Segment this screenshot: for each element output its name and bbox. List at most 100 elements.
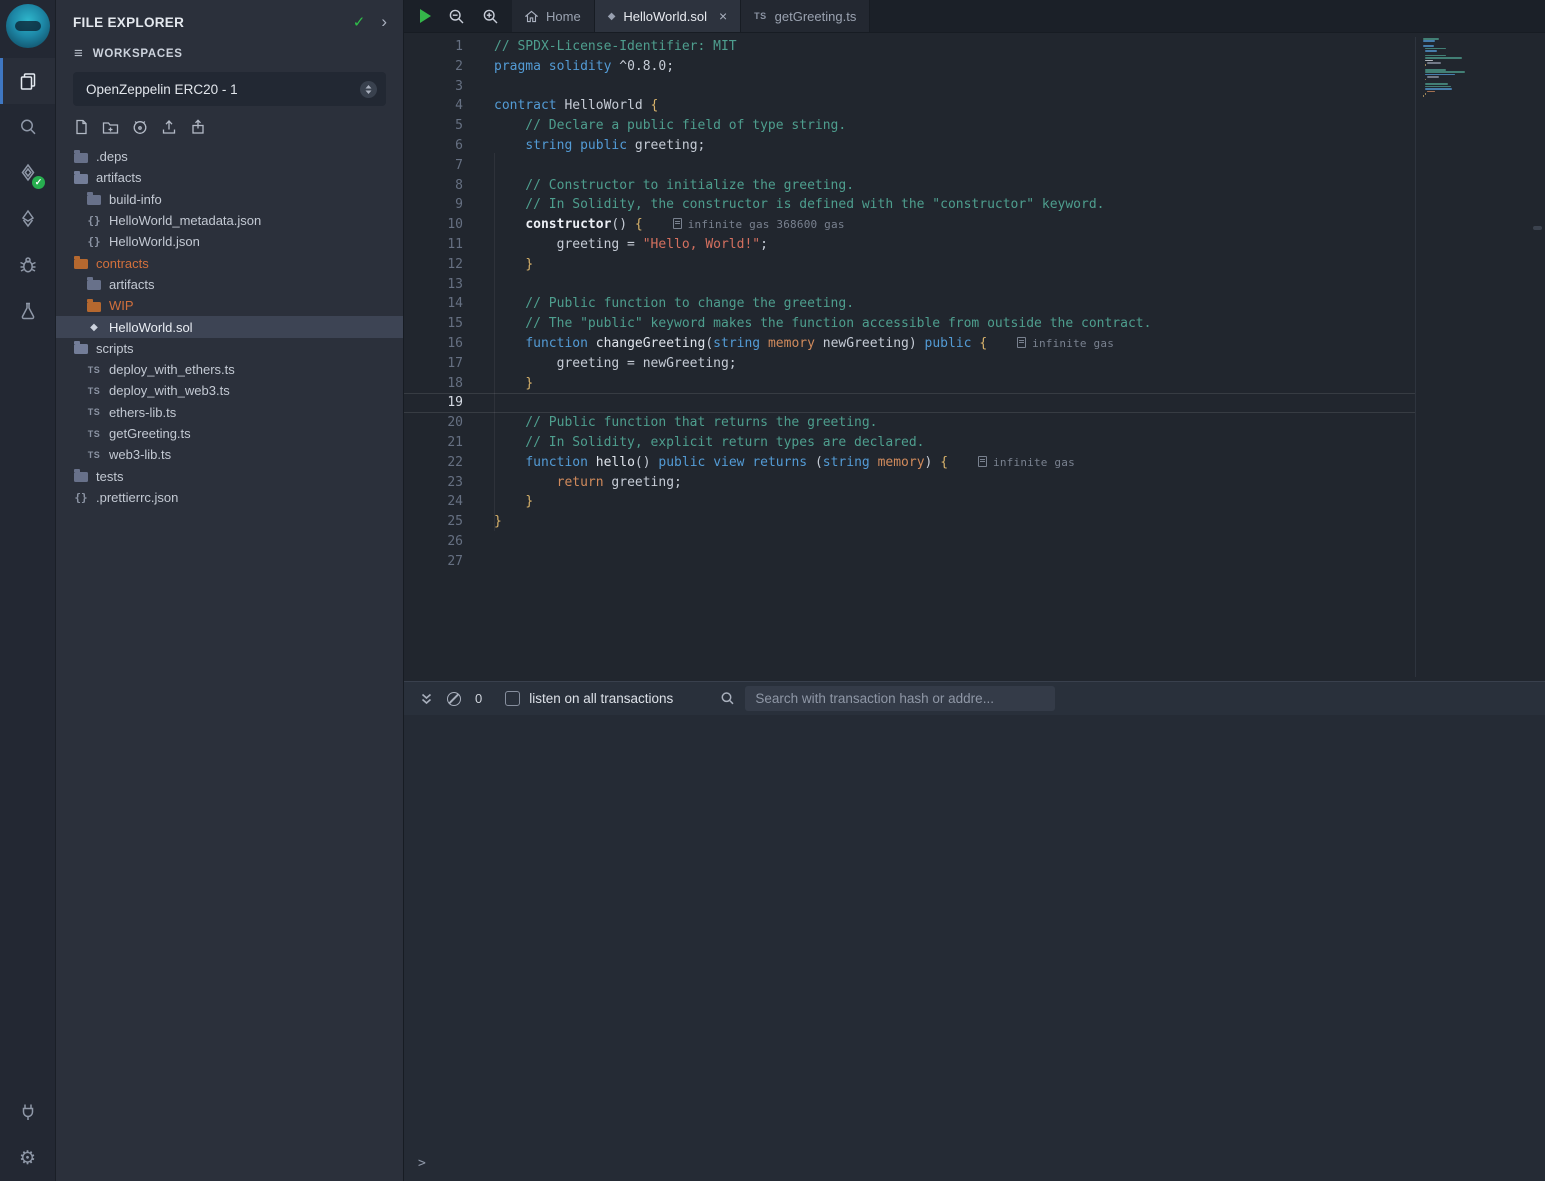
code-line[interactable]: 26 (404, 532, 1415, 552)
tree-item-helloworld-metadata-json[interactable]: {}HelloWorld_metadata.json (56, 210, 403, 231)
code-line[interactable]: 22 function hello() public view returns … (404, 453, 1415, 473)
remix-logo[interactable] (6, 4, 50, 48)
line-number[interactable]: 5 (404, 116, 463, 136)
tree-item-helloworld-json[interactable]: {}HelloWorld.json (56, 231, 403, 252)
code-line[interactable]: 14 // Public function to change the gree… (404, 294, 1415, 314)
tab-home[interactable]: Home (512, 0, 595, 32)
line-number[interactable]: 7 (404, 156, 463, 176)
line-number[interactable]: 24 (404, 492, 463, 512)
line-number[interactable]: 9 (404, 195, 463, 215)
run-script-icon[interactable] (420, 9, 431, 23)
search-icon[interactable] (0, 104, 55, 150)
line-number[interactable]: 3 (404, 77, 463, 97)
tree-item--deps[interactable]: .deps (56, 146, 403, 167)
chevron-right-icon[interactable]: › (381, 17, 387, 27)
code-line[interactable]: 15 // The "public" keyword makes the fun… (404, 314, 1415, 334)
code-line[interactable]: 27 (404, 552, 1415, 572)
tree-item-helloworld-sol[interactable]: ◆HelloWorld.sol (56, 316, 403, 337)
tree-item-ethers-lib-ts[interactable]: TSethers-lib.ts (56, 402, 403, 423)
tree-item-web3-lib-ts[interactable]: TSweb3-lib.ts (56, 444, 403, 465)
code-line[interactable]: 6 string public greeting; (404, 136, 1415, 156)
line-number[interactable]: 4 (404, 96, 463, 116)
code-line[interactable]: 17 greeting = newGreeting; (404, 354, 1415, 374)
code-line[interactable]: 21 // In Solidity, explicit return types… (404, 433, 1415, 453)
line-number[interactable]: 18 (404, 374, 463, 394)
tree-item-wip[interactable]: WIP (56, 295, 403, 316)
line-number[interactable]: 20 (404, 413, 463, 433)
new-folder-icon[interactable] (102, 120, 119, 135)
code-line[interactable]: 12 } (404, 255, 1415, 275)
code-line[interactable]: 11 greeting = "Hello, World!"; (404, 235, 1415, 255)
line-number[interactable]: 6 (404, 136, 463, 156)
tree-item-deploy-with-web3-ts[interactable]: TSdeploy_with_web3.ts (56, 380, 403, 401)
line-number[interactable]: 12 (404, 255, 463, 275)
code-line[interactable]: 13 (404, 275, 1415, 295)
tree-item--prettierrc-json[interactable]: {}.prettierrc.json (56, 487, 403, 508)
line-number[interactable]: 17 (404, 354, 463, 374)
line-number[interactable]: 16 (404, 334, 463, 354)
code-line[interactable]: 1// SPDX-License-Identifier: MIT (404, 37, 1415, 57)
code-line[interactable]: 8 // Constructor to initialize the greet… (404, 176, 1415, 196)
zoom-in-icon[interactable] (482, 8, 499, 25)
deploy-run-icon[interactable] (0, 196, 55, 242)
workspace-select[interactable]: OpenZeppelin ERC20 - 1 (73, 72, 386, 106)
line-number[interactable]: 2 (404, 57, 463, 77)
line-number[interactable]: 26 (404, 532, 463, 552)
code-line[interactable]: 4contract HelloWorld { (404, 96, 1415, 116)
line-number[interactable]: 19 (404, 393, 463, 413)
code-line[interactable]: 19 (404, 393, 1415, 413)
code-line[interactable]: 2pragma solidity ^0.8.0; (404, 57, 1415, 77)
upload-file-icon[interactable] (161, 119, 177, 135)
code-line[interactable]: 16 function changeGreeting(string memory… (404, 334, 1415, 354)
tree-item-build-info[interactable]: build-info (56, 189, 403, 210)
new-file-icon[interactable] (74, 119, 89, 135)
line-number[interactable]: 22 (404, 453, 463, 473)
minimap[interactable] (1423, 38, 1503, 103)
code-editor[interactable]: 1// SPDX-License-Identifier: MIT2pragma … (404, 33, 1545, 681)
line-number[interactable]: 23 (404, 473, 463, 493)
plugin-manager-icon[interactable] (0, 1089, 55, 1135)
line-number[interactable]: 8 (404, 176, 463, 196)
debugger-icon[interactable] (0, 242, 55, 288)
tab-helloworld-sol[interactable]: ◆HelloWorld.sol× (595, 0, 741, 32)
tree-item-artifacts[interactable]: artifacts (56, 274, 403, 295)
transaction-search-input[interactable] (745, 686, 1055, 711)
file-explorer-icon[interactable] (0, 58, 55, 104)
line-number[interactable]: 10 (404, 215, 463, 235)
workspaces-menu-icon[interactable]: ≡ (74, 45, 83, 62)
terminal-prompt[interactable]: > (418, 1156, 426, 1171)
publish-icon[interactable] (190, 119, 206, 135)
tree-item-artifacts[interactable]: artifacts (56, 167, 403, 188)
line-number[interactable]: 14 (404, 294, 463, 314)
line-number[interactable]: 25 (404, 512, 463, 532)
tree-item-deploy-with-ethers-ts[interactable]: TSdeploy_with_ethers.ts (56, 359, 403, 380)
tree-item-getgreeting-ts[interactable]: TSgetGreeting.ts (56, 423, 403, 444)
code-line[interactable]: 20 // Public function that returns the g… (404, 413, 1415, 433)
line-number[interactable]: 15 (404, 314, 463, 334)
zoom-out-icon[interactable] (448, 8, 465, 25)
solidity-compiler-icon[interactable]: ✓ (0, 150, 55, 196)
terminal-body[interactable]: > (404, 715, 1545, 1181)
line-number[interactable]: 13 (404, 275, 463, 295)
collapse-terminal-icon[interactable] (420, 692, 433, 706)
code-line[interactable]: 23 return greeting; (404, 473, 1415, 493)
line-number[interactable]: 21 (404, 433, 463, 453)
listen-transactions-checkbox[interactable] (505, 691, 520, 706)
github-icon[interactable] (132, 119, 148, 135)
code-line[interactable]: 10 constructor() {infinite gas 368600 ga… (404, 215, 1415, 235)
close-tab-icon[interactable]: × (719, 10, 727, 22)
code-line[interactable]: 24 } (404, 492, 1415, 512)
tree-item-scripts[interactable]: scripts (56, 338, 403, 359)
line-number[interactable]: 11 (404, 235, 463, 255)
unit-testing-icon[interactable] (0, 288, 55, 334)
code-line[interactable]: 7 (404, 156, 1415, 176)
tree-item-tests[interactable]: tests (56, 465, 403, 486)
settings-icon[interactable]: ⚙ (0, 1135, 55, 1181)
code-line[interactable]: 5 // Declare a public field of type stri… (404, 116, 1415, 136)
code-line[interactable]: 25} (404, 512, 1415, 532)
line-number[interactable]: 1 (404, 37, 463, 57)
code-line[interactable]: 18 } (404, 374, 1415, 394)
clear-console-icon[interactable] (447, 692, 461, 706)
tab-getgreeting-ts[interactable]: TSgetGreeting.ts (741, 0, 870, 32)
code-line[interactable]: 3 (404, 77, 1415, 97)
